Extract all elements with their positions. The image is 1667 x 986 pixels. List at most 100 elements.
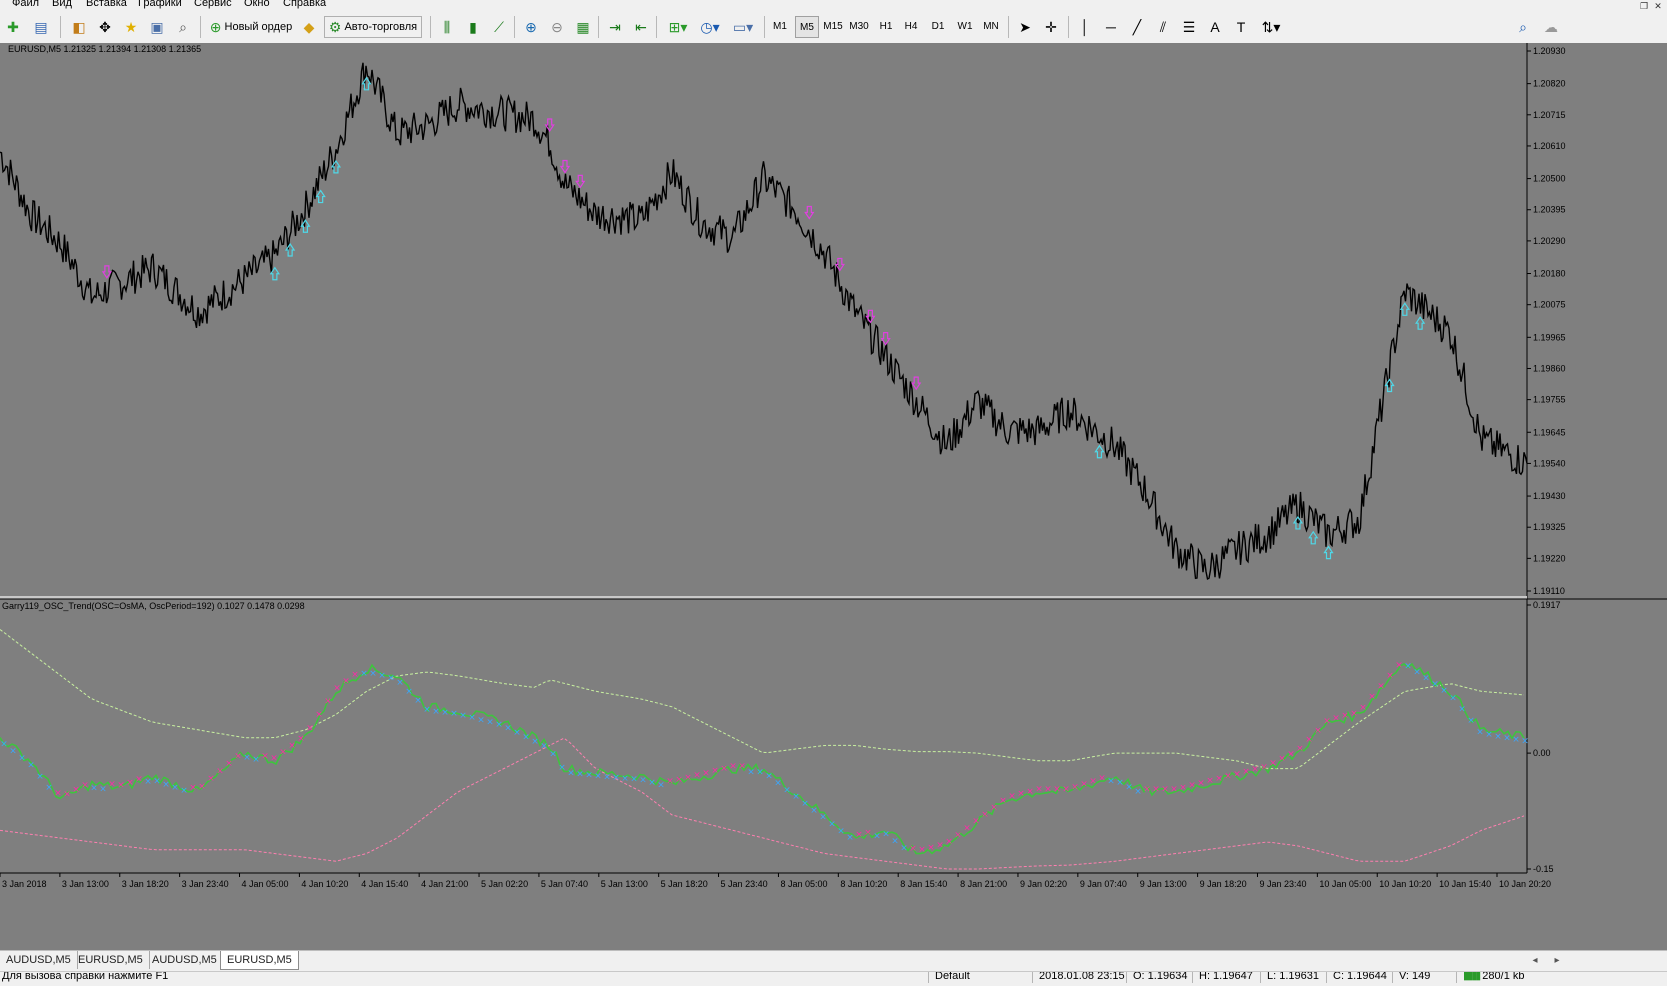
navigator-crosshair-icon[interactable]: ✥ [94,16,116,38]
tab-audusd-1[interactable]: AUDUSD,M5 [0,951,78,969]
favorites-star-icon[interactable]: ★ [120,16,142,38]
osc-marker-icon: × [1395,660,1403,670]
tab-scroll-left-icon[interactable]: ◂ [1528,951,1542,969]
restore-icon[interactable]: ❐ [1637,2,1651,11]
osc-marker-icon: × [522,732,530,742]
osc-marker-icon: × [1494,732,1502,742]
osc-marker-icon: × [576,769,584,779]
autotrading-button[interactable]: ⚙ Авто-торговля [324,16,422,38]
menu-item-4[interactable]: Сервис [194,0,232,9]
new-order-button[interactable]: ⊕ Новый ордер [206,16,296,38]
osc-marker-icon: × [270,754,278,764]
timeframe-m30[interactable]: M30 [847,16,871,38]
terminal-window-icon[interactable]: ▣ [146,16,168,38]
metaeditor-icon[interactable]: ◆ [298,16,320,38]
indicators-icon[interactable]: ⊞▾ [664,16,692,38]
tab-audusd-2[interactable]: AUDUSD,M5 [146,951,224,969]
bar-chart-icon[interactable]: ⫼ [436,16,458,38]
time-axis-label: 9 Jan 13:00 [1140,879,1187,889]
market-watch-icon[interactable]: ◧ [68,16,90,38]
status-close: C: 1.19644 [1326,972,1387,983]
arrows-icon[interactable]: ⇅▾ [1256,16,1286,38]
osc-marker-icon: × [1422,674,1430,684]
osc-marker-icon: × [927,843,935,853]
close-icon[interactable]: ✕ [1651,2,1665,11]
menu-item-2[interactable]: Вставка [86,0,127,9]
zoom-in-icon[interactable]: ⊕ [520,16,542,38]
text-tool-icon[interactable]: A [1204,16,1226,38]
lower-band-line [0,737,1525,870]
osc-marker-icon: × [1080,780,1088,790]
osc-marker-icon: × [360,669,368,679]
osc-marker-icon: × [225,759,233,769]
zoom-out-icon[interactable]: ⊖ [546,16,568,38]
tab-scroll-right-icon[interactable]: ▸ [1550,951,1564,969]
chart-tabs: AUDUSD,M5 EURUSD,M5 AUDUSD,M5 EURUSD,M5 … [0,950,1667,971]
osc-marker-icon: × [486,718,494,728]
chart-shift-icon[interactable]: ⇤ [630,16,652,38]
osc-marker-icon: × [954,830,962,840]
osc-marker-icon: × [1503,733,1511,743]
tab-eurusd-1[interactable]: EURUSD,M5 [72,951,150,969]
status-open: O: 1.19634 [1126,972,1187,983]
menu-item-0[interactable]: Файл [12,0,39,9]
profiles-icon[interactable]: ▤ [30,16,52,38]
main-chart-header: EURUSD,M5 1.21325 1.21394 1.21308 1.2136… [8,44,201,54]
timeframe-mn[interactable]: MN [979,16,1003,38]
osc-marker-icon: × [549,749,557,759]
line-chart-icon[interactable]: ⟋ [488,16,510,38]
menu-item-5[interactable]: Окно [244,0,270,9]
new-chart-icon[interactable]: ✚ [2,16,24,38]
new-order-icon: ⊕ [209,19,222,35]
osc-marker-icon: × [1008,791,1016,801]
trendline-icon[interactable]: ╱ [1126,16,1148,38]
osc-marker-icon: × [846,833,854,843]
fibonacci-icon[interactable]: ☰ [1178,16,1200,38]
text-label-icon[interactable]: T [1230,16,1252,38]
osc-marker-icon: × [1269,759,1277,769]
osc-marker-icon: × [504,723,512,733]
tab-eurusd-active[interactable]: EURUSD,M5 [220,951,299,970]
price-axis-label: 1.20395 [1533,205,1566,215]
chat-icon[interactable]: ☁ [1540,16,1562,38]
status-profile[interactable]: Default [928,972,970,983]
osc-marker-icon: × [630,775,638,785]
menu-item-1[interactable]: Вид [52,0,72,9]
search-icon[interactable]: ⌕ [1512,16,1534,38]
vertical-line-icon[interactable]: │ [1074,16,1096,38]
osc-marker-icon: × [189,783,197,793]
periods-clock-icon[interactable]: ◷▾ [696,16,724,38]
osc-marker-icon: × [423,705,431,715]
osc-marker-icon: × [1116,778,1124,788]
chart-canvas[interactable]: 1.20930 1.20820 1.20715 1.20610 1.20500 1.203… [0,43,1667,950]
horizontal-line-icon[interactable]: ─ [1100,16,1122,38]
timeframe-m15[interactable]: M15 [821,16,845,38]
menu-item-3[interactable]: Графики [138,0,182,9]
timeframe-w1[interactable]: W1 [953,16,977,38]
time-axis-label: 5 Jan 07:40 [541,879,588,889]
crosshair-icon[interactable]: ✛ [1040,16,1062,38]
osc-marker-icon: × [990,803,998,813]
templates-icon[interactable]: ▭▾ [728,16,758,38]
price-axis-label: 1.19645 [1533,427,1566,437]
timeframe-h1[interactable]: H1 [874,16,898,38]
timeframe-h4[interactable]: H4 [899,16,923,38]
timeframe-d1[interactable]: D1 [926,16,950,38]
osc-marker-icon: × [1512,735,1520,745]
tile-windows-icon[interactable]: ▦ [572,16,594,38]
osc-marker-icon: × [1170,785,1178,795]
osc-marker-icon: × [135,774,143,784]
strategy-tester-icon[interactable]: ⌕ [172,16,194,38]
menu-item-6[interactable]: Справка [283,0,326,9]
autoscroll-icon[interactable]: ⇥ [604,16,626,38]
timeframe-m5[interactable]: M5 [795,16,819,38]
chart-window[interactable]: 1.20930 1.20820 1.20715 1.20610 1.20500 1.203… [0,43,1667,950]
osc-marker-icon: × [144,777,152,787]
minimize-icon[interactable]: _ [1623,2,1637,11]
candlestick-icon[interactable]: ▮ [462,16,484,38]
equidistant-channel-icon[interactable]: ⫽ [1152,16,1174,38]
timeframe-m1[interactable]: M1 [768,16,792,38]
status-datetime: 2018.01.08 23:15 [1032,972,1125,983]
cursor-icon[interactable]: ➤ [1014,16,1036,38]
osc-marker-icon: × [1278,754,1286,764]
